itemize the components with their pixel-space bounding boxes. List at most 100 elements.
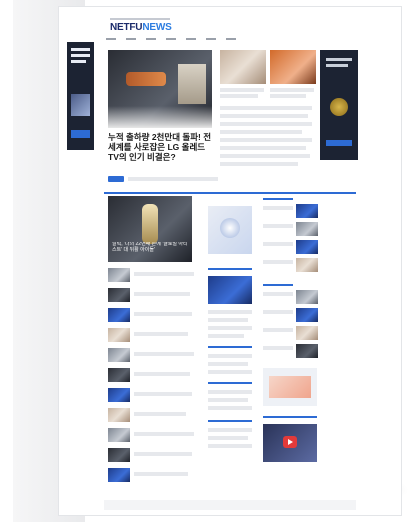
list-thumb[interactable] — [108, 288, 130, 302]
mid-line[interactable] — [208, 362, 248, 366]
headline-line[interactable] — [220, 146, 306, 150]
video-section-title[interactable] — [263, 416, 317, 418]
list-line[interactable] — [134, 412, 186, 416]
ad-image — [71, 94, 90, 116]
list-line[interactable] — [134, 312, 192, 316]
story-thumb[interactable] — [270, 50, 316, 84]
list-line[interactable] — [134, 372, 190, 376]
list-line[interactable] — [134, 432, 194, 436]
story-title-line[interactable] — [270, 94, 306, 98]
right-banner-ad[interactable] — [320, 50, 358, 160]
list-line[interactable] — [263, 260, 293, 264]
story-title-line[interactable] — [220, 88, 264, 92]
nav-item[interactable] — [186, 38, 196, 40]
list-thumb[interactable] — [108, 388, 130, 402]
list-line[interactable] — [134, 472, 188, 476]
list-thumb[interactable] — [296, 204, 318, 218]
list-thumb[interactable] — [296, 222, 318, 236]
headline-line[interactable] — [220, 138, 312, 142]
headline-line[interactable] — [220, 130, 302, 134]
list-line[interactable] — [134, 352, 194, 356]
list-line[interactable] — [134, 272, 194, 276]
nav-item[interactable] — [146, 38, 156, 40]
list-thumb[interactable] — [296, 240, 318, 254]
story-title-line[interactable] — [270, 88, 314, 92]
list-thumb[interactable] — [296, 308, 318, 322]
mid-section-title[interactable] — [208, 382, 252, 384]
headline-line[interactable] — [220, 114, 308, 118]
list-thumb[interactable] — [108, 408, 130, 422]
mid-thumb[interactable] — [208, 206, 252, 254]
hero-headline[interactable]: 누적 출하량 2천만대 돌파! 전 세계를 사로잡은 LG 올레드 TV의 인기… — [108, 132, 214, 163]
mid-line[interactable] — [208, 444, 252, 448]
site-logo[interactable]: NETFUNEWS — [110, 22, 172, 33]
nav-item[interactable] — [106, 38, 116, 40]
right-section-title[interactable] — [263, 198, 293, 200]
list-line[interactable] — [263, 292, 293, 296]
ad-button[interactable] — [71, 130, 90, 138]
mid-line[interactable] — [208, 398, 248, 402]
list-thumb[interactable] — [296, 290, 318, 304]
mid-section-title[interactable] — [208, 420, 252, 422]
badge-emblem — [330, 98, 348, 116]
hero-image[interactable] — [108, 50, 212, 128]
mid-line[interactable] — [208, 354, 252, 358]
mid-line[interactable] — [208, 390, 252, 394]
list-thumb[interactable] — [108, 268, 130, 282]
list-line[interactable] — [134, 452, 192, 456]
nav-item[interactable] — [166, 38, 176, 40]
mid-line[interactable] — [208, 318, 248, 322]
mid-line[interactable] — [208, 370, 252, 374]
list-line[interactable] — [263, 224, 293, 228]
headline-line[interactable] — [220, 162, 298, 166]
list-line[interactable] — [134, 292, 190, 296]
mid-line[interactable] — [208, 406, 252, 410]
ad-button[interactable] — [326, 140, 352, 146]
nav-item[interactable] — [226, 38, 236, 40]
list-thumb[interactable] — [108, 428, 130, 442]
list-thumb[interactable] — [108, 468, 130, 482]
mid-line[interactable] — [208, 326, 252, 330]
mid-line[interactable] — [208, 436, 248, 440]
list-thumb[interactable] — [296, 326, 318, 340]
mid-line[interactable] — [208, 428, 252, 432]
nav-item[interactable] — [126, 38, 136, 40]
list-line[interactable] — [134, 332, 188, 336]
list-line[interactable] — [263, 310, 293, 314]
list-thumb[interactable] — [296, 258, 318, 272]
list-line[interactable] — [263, 206, 293, 210]
video-play-icon[interactable] — [283, 436, 297, 448]
mid-line[interactable] — [208, 310, 252, 314]
list-line[interactable] — [263, 242, 293, 246]
mid-section-title[interactable] — [208, 346, 252, 348]
list-thumb[interactable] — [108, 348, 130, 362]
list-thumb[interactable] — [108, 368, 130, 382]
story-thumb[interactable] — [220, 50, 266, 84]
headline-line[interactable] — [220, 106, 312, 110]
ticker-text[interactable] — [128, 177, 218, 181]
ad-text-line — [71, 48, 90, 51]
list-thumb[interactable] — [108, 308, 130, 322]
ad-text-line — [71, 60, 86, 63]
list-thumb[interactable] — [296, 344, 318, 358]
video-thumb[interactable] — [263, 424, 317, 462]
mid-section-title[interactable] — [208, 268, 252, 270]
mid-feature-image[interactable] — [208, 276, 252, 304]
list-line[interactable] — [134, 392, 192, 396]
left-banner-ad[interactable] — [67, 42, 94, 150]
feature-image[interactable]: 알릭, '나의 22번째 손에 '글로벌 아티스트' 대 뒤활 아이돌' — [108, 196, 192, 262]
product-shape — [220, 218, 240, 238]
story-title-line[interactable] — [220, 94, 258, 98]
performer-shape — [142, 204, 158, 244]
promo-box[interactable] — [263, 368, 317, 406]
list-line[interactable] — [263, 346, 293, 350]
right-section-title[interactable] — [263, 284, 293, 286]
list-thumb[interactable] — [108, 448, 130, 462]
list-thumb[interactable] — [108, 328, 130, 342]
nav-item[interactable] — [206, 38, 216, 40]
mid-line[interactable] — [208, 334, 244, 338]
headline-line[interactable] — [220, 122, 312, 126]
list-line[interactable] — [263, 328, 293, 332]
headline-line[interactable] — [220, 154, 310, 158]
mockup-stage: NETFUNEWS 누적 출하량 2천만대 돌파! 전 세계를 사로잡은 LG … — [0, 0, 411, 522]
